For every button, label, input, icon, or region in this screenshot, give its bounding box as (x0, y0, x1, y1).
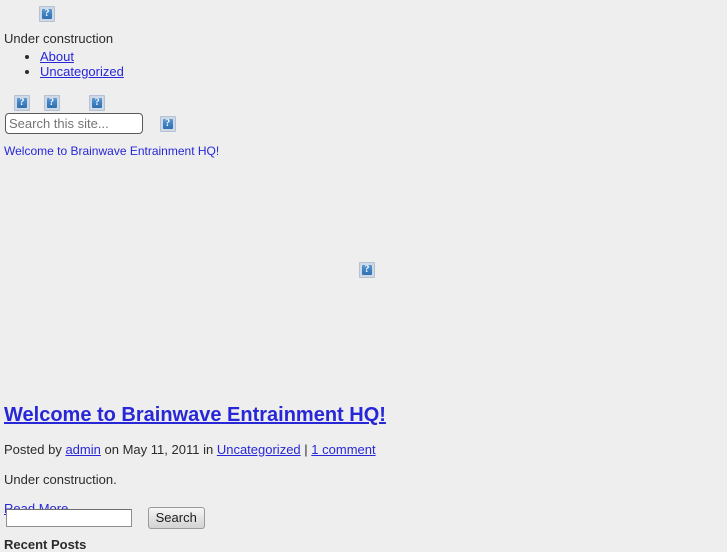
search-input[interactable] (5, 113, 143, 134)
broken-image-icon[interactable] (14, 94, 30, 111)
featured-post-link[interactable]: Welcome to Brainwave Entrainment HQ! (4, 144, 219, 158)
post-meta: Posted by admin on May 11, 2011 in Uncat… (4, 442, 722, 457)
sidebar-search-input[interactable] (6, 509, 132, 527)
broken-image-icon[interactable] (159, 116, 176, 132)
sidebar-search-form: Search (6, 507, 205, 529)
nav-link-about[interactable]: About (40, 49, 74, 64)
broken-image-icon (359, 261, 375, 278)
site-logo[interactable] (39, 5, 55, 22)
post-title: Welcome to Brainwave Entrainment HQ! (4, 404, 722, 427)
post-category-link[interactable]: Uncategorized (217, 442, 301, 457)
site-tagline: Under construction (4, 31, 114, 46)
post-date: May 11, 2011 (122, 442, 200, 457)
broken-image-icon[interactable] (89, 94, 106, 111)
featured-image[interactable] (359, 261, 375, 278)
post-meta-posted-by: Posted by (4, 442, 62, 457)
post-comments-link[interactable]: 1 comment (311, 442, 375, 457)
nav-link-uncategorized[interactable]: Uncategorized (40, 64, 124, 79)
post-title-link[interactable]: Welcome to Brainwave Entrainment HQ! (4, 404, 386, 426)
social-icon-row (14, 94, 115, 111)
broken-image-icon (39, 5, 55, 22)
primary-nav: About Uncategorized (0, 49, 124, 80)
nav-item-about[interactable]: About (40, 49, 124, 65)
post-author-link[interactable]: admin (65, 442, 100, 457)
post-entry: Welcome to Brainwave Entrainment HQ! Pos… (4, 404, 722, 516)
broken-image-icon[interactable] (43, 94, 60, 111)
post-excerpt: Under construction. (4, 472, 117, 487)
sidebar-search-button[interactable]: Search (147, 507, 205, 529)
post-meta-separator: | (304, 442, 308, 457)
post-meta-in: in (203, 442, 214, 457)
post-meta-on: on (104, 442, 119, 457)
nav-item-uncategorized[interactable]: Uncategorized (40, 64, 124, 80)
header-search-form (5, 113, 176, 134)
